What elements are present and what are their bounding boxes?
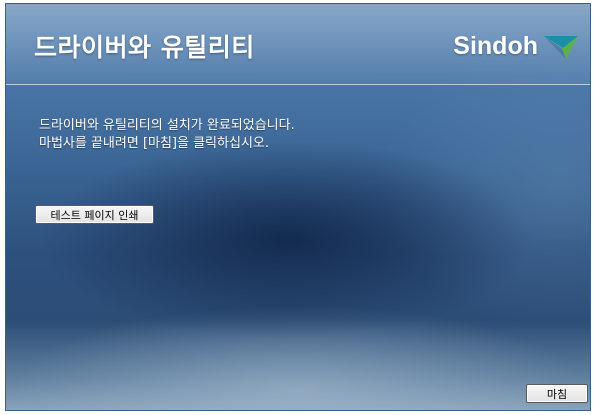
- finish-button[interactable]: 마침: [526, 384, 588, 403]
- message-line-1: 드라이버와 유틸리티의 설치가 완료되었습니다.: [39, 118, 295, 133]
- window-title: 드라이버와 유틸리티: [34, 33, 255, 62]
- print-test-page-button[interactable]: 테스트 페이지 인쇄: [35, 205, 154, 224]
- completion-message: 드라이버와 유틸리티의 설치가 완료되었습니다. 마법사를 끝내려면 [마침]을…: [39, 117, 295, 153]
- brand-name: Sindoh: [453, 32, 538, 60]
- installer-window: 드라이버와 유틸리티 Sindoh 드라이버와 유틸리티의 설치가 완료되었습니…: [5, 3, 591, 411]
- message-line-2: 마법사를 끝내려면 [마침]을 클릭하십시오.: [39, 136, 269, 151]
- brand-logo: Sindoh: [453, 32, 580, 61]
- header-bar: 드라이버와 유틸리티 Sindoh: [6, 4, 590, 85]
- sindoh-logo-icon: [544, 35, 578, 59]
